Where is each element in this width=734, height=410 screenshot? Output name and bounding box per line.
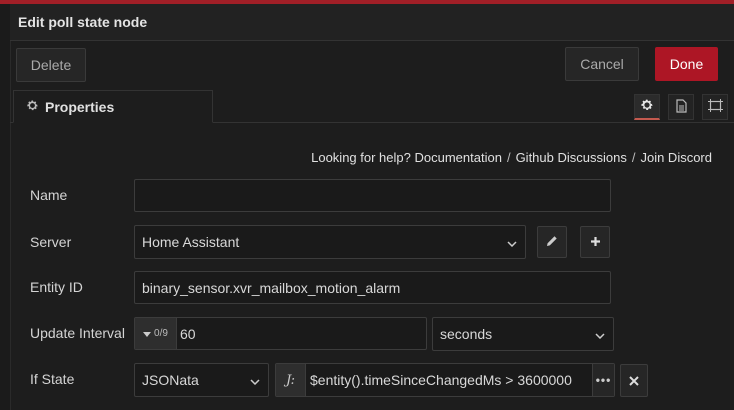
jsonata-type-icon: J: <box>276 364 306 396</box>
tab-properties[interactable]: Properties <box>13 90 213 123</box>
chevron-down-icon <box>507 234 517 250</box>
cancel-button[interactable]: Cancel <box>565 47 639 81</box>
add-server-button[interactable] <box>580 226 610 258</box>
close-icon <box>629 373 639 389</box>
pencil-icon <box>546 234 558 250</box>
tray-header: Edit poll state node <box>10 4 734 41</box>
entity-id-label: Entity ID <box>30 279 83 295</box>
name-label: Name <box>30 187 68 203</box>
tab-description-icon-button[interactable] <box>668 94 694 120</box>
chevron-down-icon <box>595 326 605 342</box>
server-label: Server <box>30 234 72 250</box>
help-separator: / <box>506 150 511 165</box>
if-state-label: If State <box>30 371 75 387</box>
tab-appearance-icon-button[interactable] <box>702 94 728 120</box>
number-type-icon: 0/9 <box>154 328 168 339</box>
type-selector[interactable]: 0/9 <box>135 318 177 349</box>
help-links: Looking for help? Documentation / Github D… <box>311 150 712 165</box>
update-interval-units-select[interactable]: seconds <box>432 317 614 351</box>
github-discussions-link[interactable]: Github Discussions <box>516 150 627 165</box>
gear-icon <box>26 99 39 115</box>
plus-icon <box>590 234 601 250</box>
chevron-down-icon <box>250 372 260 388</box>
gear-icon <box>640 98 654 115</box>
caret-down-icon <box>143 328 152 340</box>
if-state-expression-input[interactable]: J: $entity().timeSinceChangedMs > 360000… <box>275 363 615 397</box>
ellipsis-icon: ••• <box>595 373 612 387</box>
update-interval-input[interactable]: 0/9 60 <box>134 317 427 350</box>
tab-properties-label: Properties <box>45 98 115 115</box>
name-input[interactable] <box>134 179 611 212</box>
update-interval-label: Update Interval <box>30 325 125 341</box>
tab-bar: Properties <box>10 90 734 123</box>
documentation-link[interactable]: Documentation <box>414 150 501 165</box>
frame-icon <box>707 99 723 115</box>
help-prefix: Looking for help? <box>311 150 411 165</box>
edit-server-button[interactable] <box>537 226 567 258</box>
entity-id-input[interactable]: binary_sensor.xvr_mailbox_motion_alarm <box>134 271 611 304</box>
done-button[interactable]: Done <box>655 47 718 81</box>
document-icon <box>675 98 688 116</box>
server-select[interactable]: Home Assistant <box>134 225 526 259</box>
server-select-value: Home Assistant <box>142 234 240 250</box>
join-discord-link[interactable]: Join Discord <box>640 150 712 165</box>
units-value: seconds <box>440 326 493 342</box>
tab-settings-icon-button[interactable] <box>634 94 660 120</box>
if-state-type-value: JSONata <box>142 372 199 388</box>
if-state-type-select[interactable]: JSONata <box>134 363 269 397</box>
help-separator: / <box>631 150 636 165</box>
update-interval-value: 60 <box>180 325 196 342</box>
if-state-expression-value: $entity().timeSinceChangedMs > 3600000 <box>310 372 572 388</box>
dialog-title: Edit poll state node <box>18 14 148 30</box>
expand-editor-button[interactable]: ••• <box>592 364 614 396</box>
clear-if-state-button[interactable] <box>620 364 648 397</box>
delete-button[interactable]: Delete <box>16 48 86 82</box>
